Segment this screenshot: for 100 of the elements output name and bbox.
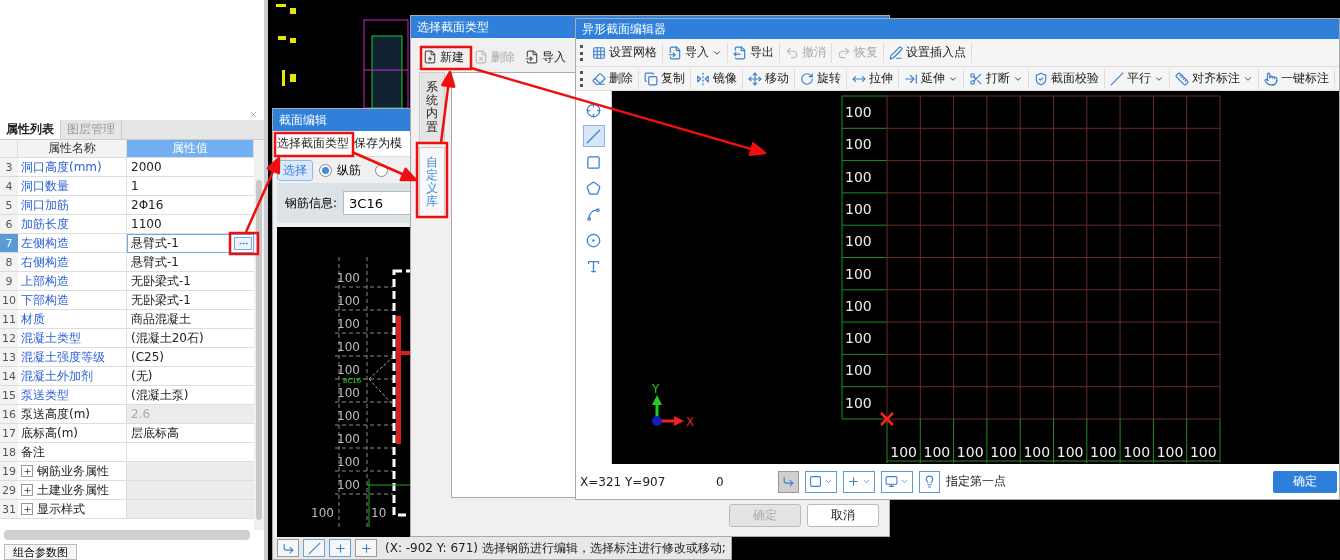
dimension-label: 100 (337, 317, 360, 331)
grid-icon (592, 45, 606, 60)
expand-toggle[interactable] (21, 484, 33, 496)
dimension-label: 100 (337, 271, 360, 285)
status-tool-button[interactable] (881, 470, 913, 493)
property-value: 悬臂式-1 (131, 234, 179, 252)
file-import-icon (525, 50, 539, 64)
corner-icon (782, 475, 795, 488)
close-icon[interactable] (249, 109, 258, 119)
status-tool-button[interactable] (277, 539, 299, 557)
dimension-label: 100 (337, 294, 360, 308)
ellipsis-button[interactable] (234, 236, 252, 250)
toolbar-button[interactable]: 导入 (663, 42, 728, 63)
copy-icon (644, 71, 658, 86)
expand-toggle[interactable] (21, 503, 33, 515)
toolbar-button[interactable]: 设置插入点 (884, 42, 972, 63)
move-icon (748, 71, 762, 86)
dimension-label: 100 (1090, 444, 1117, 460)
row-number: 8 (0, 253, 18, 272)
status-tool-button[interactable] (805, 470, 837, 493)
status-tool-button[interactable] (919, 470, 940, 493)
row-number: 13 (0, 348, 18, 367)
toolbar-button[interactable]: 复制 (639, 68, 691, 89)
dimension-label: 100 (923, 444, 951, 460)
axis-label: Y (652, 382, 660, 396)
toolbar-button[interactable]: 移动 (743, 68, 795, 89)
toolbar-button[interactable]: 打断 (964, 68, 1029, 89)
dimension-label: 100 (337, 432, 360, 446)
row-number: 29 (0, 481, 18, 500)
panel-tab[interactable]: 属性列表 (0, 120, 61, 139)
corner-icon (281, 541, 295, 555)
toolbar-button[interactable]: 删除 (587, 68, 639, 89)
origin-marker (880, 412, 894, 426)
dimension-label: 100 (990, 444, 1017, 460)
undo-icon (785, 45, 799, 60)
redo-icon (837, 45, 851, 60)
dimension-label: 100 (845, 362, 872, 379)
toolbar-button[interactable]: 拉伸 (847, 68, 899, 89)
dimension-label: 100 (845, 330, 872, 347)
status-tool-button[interactable] (329, 539, 351, 557)
drawing-tool-button[interactable] (582, 125, 605, 147)
dimension-label: 100 (1056, 444, 1084, 460)
annotation-arrow (350, 150, 418, 182)
property-value: (C25) (127, 348, 254, 367)
dialog-button[interactable]: 取消 (807, 504, 879, 527)
property-value: 悬臂式-1 (127, 253, 254, 272)
status-value: 0 (716, 474, 725, 489)
toolbar-button[interactable]: 设置网格 (587, 42, 663, 63)
status-tool-button[interactable] (303, 539, 325, 557)
vertical-scrollbar[interactable] (254, 140, 264, 530)
category-tab[interactable]: 系统内置 (419, 72, 445, 143)
group-name: 钢筋业务属性 (37, 462, 109, 480)
line-icon (307, 541, 321, 555)
column-header: 属性值 (127, 140, 254, 158)
extend-icon (904, 71, 918, 86)
mirror-icon (696, 71, 710, 86)
row-number: 11 (0, 310, 18, 329)
horizontal-scrollbar[interactable] (4, 530, 250, 540)
property-value: 层底标高 (127, 424, 254, 443)
toolbar-grip (580, 70, 583, 87)
dimension-label: 100 (337, 409, 360, 423)
row-number: 6 (0, 215, 18, 234)
dimension-label: 100 (1156, 444, 1184, 460)
toolbar-button[interactable]: 平行 (1105, 68, 1170, 89)
dimension-label: 10 (371, 506, 387, 520)
property-value: (无) (127, 367, 254, 386)
confirm-button[interactable]: 确定 (1273, 470, 1337, 493)
toolbar-button[interactable]: 选择截面类型 (276, 133, 350, 154)
property-value: 无卧梁式-1 (127, 272, 254, 291)
panel-button[interactable]: 组合参数图 (4, 544, 77, 560)
dimension-label: 100 (845, 394, 872, 411)
text-tool-icon (586, 258, 601, 274)
status-tool-button[interactable] (843, 470, 875, 493)
row-number: 19 (0, 462, 18, 481)
toolbar-button[interactable]: 旋转 (795, 68, 847, 89)
row-number: 4 (0, 177, 18, 196)
pentagon-icon (586, 180, 601, 196)
expand-toggle[interactable] (21, 465, 33, 477)
toolbar-button[interactable]: 镜像 (691, 68, 743, 89)
toolbar-button[interactable]: 导入 (525, 48, 566, 66)
new-file-icon (423, 50, 437, 64)
delete-file-icon (474, 50, 488, 64)
row-number: 12 (0, 329, 18, 348)
status-tool-button[interactable] (355, 539, 377, 557)
radio-button[interactable] (319, 163, 332, 177)
toolbar-button[interactable]: 截面校验 (1029, 68, 1105, 89)
row-number: 14 (0, 367, 18, 386)
toolbar-button[interactable]: 保存为模 (353, 133, 403, 154)
toolbar-button[interactable]: 新建 (423, 48, 464, 66)
toolbar-grip (580, 44, 583, 61)
toolbar-button[interactable]: 导出 (728, 42, 780, 63)
toolbar-button[interactable]: 一键标注 (1259, 68, 1335, 89)
toolbar-button[interactable]: 对齐标注 (1170, 68, 1259, 89)
status-tool-button[interactable] (778, 470, 799, 493)
plus-icon (847, 475, 860, 488)
rotate-icon (800, 71, 814, 86)
toolbar-button[interactable]: 延伸 (899, 68, 964, 89)
row-number: 18 (0, 443, 18, 462)
dimension-label: 100 (845, 297, 872, 314)
dimension-label: 100 (1189, 444, 1217, 460)
